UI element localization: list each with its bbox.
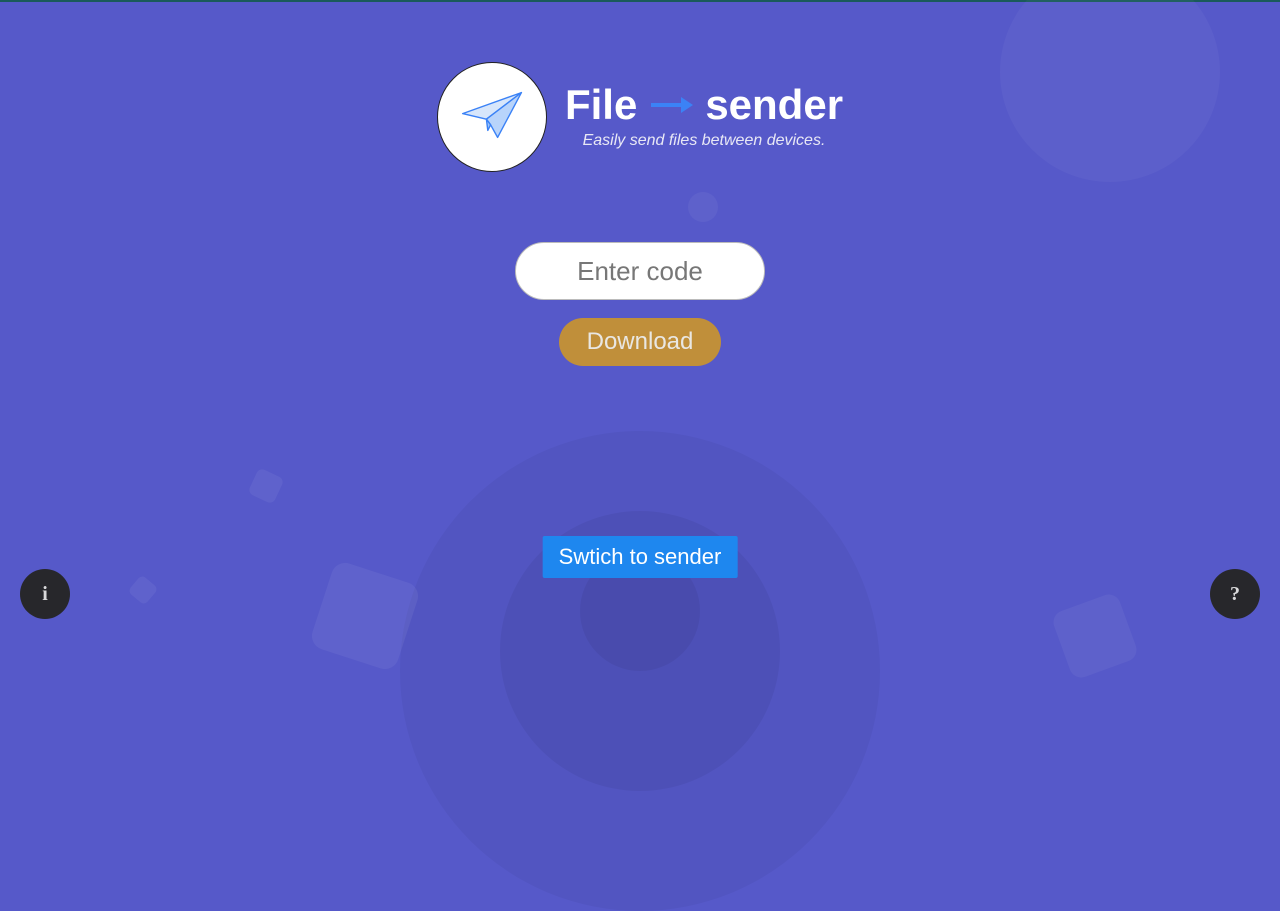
help-button[interactable]: ? (1210, 569, 1260, 619)
logo-circle (437, 62, 547, 172)
code-input[interactable] (515, 242, 765, 300)
bg-decoration (247, 467, 284, 504)
bg-decoration (1050, 591, 1140, 681)
logo-row: File sender Easily send files between de… (437, 62, 843, 172)
paper-plane-icon (457, 80, 527, 155)
logo-text: File sender Easily send files between de… (565, 84, 843, 150)
app-title: File sender (565, 84, 843, 126)
switch-to-sender-button[interactable]: Swtich to sender (543, 536, 738, 578)
arrow-right-icon (649, 95, 693, 115)
download-button[interactable]: Download (559, 318, 722, 366)
info-button[interactable]: i (20, 569, 70, 619)
tagline: Easily send files between devices. (565, 132, 843, 150)
main-container: File sender Easily send files between de… (0, 2, 1280, 366)
title-word-1: File (565, 84, 637, 126)
bg-decoration (128, 575, 159, 606)
title-word-2: sender (705, 84, 843, 126)
